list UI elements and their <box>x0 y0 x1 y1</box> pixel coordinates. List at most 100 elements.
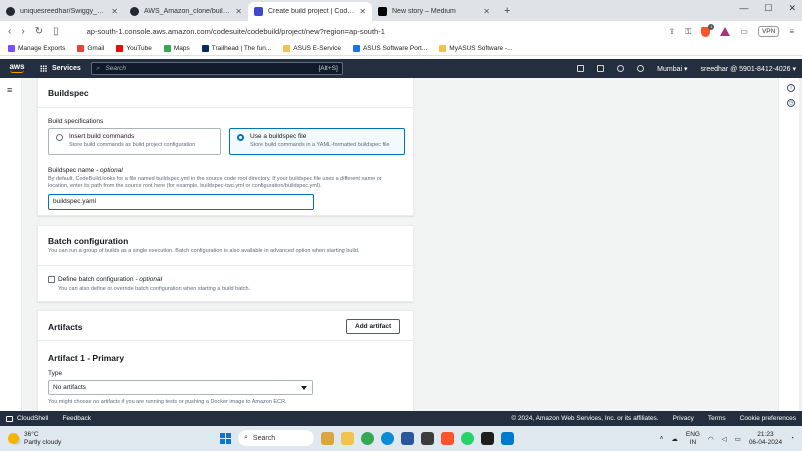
cloudshell-icon <box>6 415 13 422</box>
bookmarks-bar: Manage Exports Gmail YouTube Maps Trailh… <box>0 42 802 56</box>
chevron-up-icon[interactable]: ˄ <box>660 435 664 442</box>
brave-rewards-icon[interactable] <box>720 27 731 36</box>
trailhead-icon <box>201 45 209 52</box>
bookmark-item[interactable]: Gmail <box>77 45 104 52</box>
checkbox-description: You can also define or override batch co… <box>58 286 251 292</box>
artifact-type-select[interactable]: No artifacts <box>48 380 313 395</box>
whatsapp-icon[interactable] <box>461 431 474 445</box>
cookie-preferences-link[interactable]: Cookie preferences <box>740 415 796 422</box>
bookmark-item[interactable]: Trailhead | The fun... <box>201 45 271 52</box>
language-indicator[interactable]: ENG IN <box>686 431 700 447</box>
bookmark-item[interactable]: ASUS Software Port... <box>352 45 427 52</box>
chrome-icon[interactable] <box>361 431 374 445</box>
minimize-icon[interactable]: — <box>739 3 748 14</box>
close-tab-icon[interactable]: ✕ <box>235 7 242 16</box>
radio-button[interactable] <box>56 134 63 141</box>
close-tab-icon[interactable]: ✕ <box>483 7 490 16</box>
key-icon[interactable]: ⚿ <box>685 27 691 37</box>
sidebar-icon[interactable]: ▭ <box>740 27 748 36</box>
cloudshell-link[interactable]: CloudShell <box>6 415 48 422</box>
m-app-icon[interactable] <box>421 431 434 445</box>
terms-link[interactable]: Terms <box>708 415 726 422</box>
weather-widget[interactable]: 36°C Partly cloudy <box>8 431 61 447</box>
notifications-icon[interactable] <box>597 65 605 72</box>
store-icon[interactable] <box>401 431 414 445</box>
radio-button-selected[interactable] <box>237 134 244 141</box>
cloud-icon[interactable]: ☁ <box>671 435 678 443</box>
back-icon[interactable]: ‹ <box>8 26 11 37</box>
reload-icon[interactable]: ↻ <box>35 26 43 37</box>
wifi-icon[interactable]: ◠ <box>708 435 714 443</box>
privacy-link[interactable]: Privacy <box>673 415 694 422</box>
info-icon[interactable]: i <box>787 84 795 92</box>
notifications-icon[interactable]: ◔ <box>790 435 794 442</box>
asus-icon <box>352 45 360 52</box>
aws-logo[interactable]: aws <box>6 63 28 73</box>
tab-title: AWS_Amazon_clone/buildspec.yaml <box>144 8 231 15</box>
clock[interactable]: 21:23 06-04-2024 <box>749 431 782 447</box>
clock-icon[interactable]: ◷ <box>787 99 795 107</box>
bookmark-item[interactable]: MyASUS Software -... <box>439 45 513 52</box>
menu-icon[interactable]: ≡ <box>789 27 794 36</box>
region-selector[interactable]: Mumbai ▾ <box>657 65 687 73</box>
help-icon[interactable] <box>617 65 625 72</box>
bookmark-item[interactable]: Maps <box>163 45 190 52</box>
start-button[interactable] <box>220 432 231 444</box>
brave-icon[interactable] <box>441 431 454 445</box>
close-tab-icon[interactable]: ✕ <box>359 7 366 16</box>
cloudshell-icon[interactable] <box>577 65 585 72</box>
windows-taskbar: 36°C Partly cloudy ⌕ Search ˄ ☁ ENG IN ◠… <box>0 426 802 451</box>
bookmark-item[interactable]: YouTube <box>116 45 152 52</box>
hamburger-menu-icon[interactable]: ≡ <box>7 85 12 95</box>
browser-tab[interactable]: AWS_Amazon_clone/buildspec.yaml ✕ <box>124 2 248 21</box>
checkbox-label: Define batch configuration - optional <box>58 276 163 283</box>
folder-icon <box>439 45 447 52</box>
vscode-icon[interactable] <box>501 431 514 445</box>
new-tab-button[interactable]: + <box>504 2 510 21</box>
batch-config-checkbox[interactable] <box>48 276 55 283</box>
add-artifact-button[interactable]: Add artifact <box>346 319 401 334</box>
game-icon[interactable] <box>321 431 334 445</box>
field-label: Buildspec name - optional <box>48 167 123 174</box>
settings-icon[interactable] <box>637 65 645 72</box>
aws-search-input[interactable]: ⌕ Search [Alt+S] <box>90 62 343 75</box>
volume-icon[interactable]: ◁ <box>722 435 727 443</box>
terminal-icon[interactable] <box>481 431 494 445</box>
share-icon[interactable]: ⇪ <box>669 27 676 36</box>
maps-icon <box>163 45 171 52</box>
browser-tab-active[interactable]: Create build project | CodeBuild ✕ <box>248 2 372 21</box>
services-grid-icon[interactable] <box>40 65 47 72</box>
buildspec-panel: Buildspec Build specifications Insert bu… <box>37 78 414 216</box>
bookmark-item[interactable]: Manage Exports <box>8 45 65 52</box>
vpn-button[interactable]: VPN <box>757 26 780 37</box>
use-buildspec-file-option[interactable]: Use a buildspec file Store build command… <box>229 128 405 155</box>
section-title: Batch configuration <box>48 236 129 246</box>
main-content: ≡ Buildspec Build specifications Insert … <box>0 78 802 411</box>
section-title: Artifacts <box>48 322 83 332</box>
field-description: By default, CodeBuild looks for a file n… <box>48 176 382 189</box>
maximize-icon[interactable]: ☐ <box>764 3 772 14</box>
browser-tab-strip: uniquesreedhar/Swiggy_clone ✕ AWS_Amazon… <box>0 0 802 21</box>
file-explorer-icon[interactable] <box>341 431 354 445</box>
bookmark-icon[interactable]: ▯ <box>53 26 59 37</box>
buildspec-name-input[interactable]: buildspec.yaml <box>48 194 314 210</box>
browser-tab[interactable]: New story – Medium ✕ <box>372 2 496 21</box>
brave-shield-icon[interactable]: 1 <box>701 23 715 37</box>
bookmark-item[interactable]: ASUS E-Service <box>283 45 341 52</box>
edge-icon[interactable] <box>381 431 394 445</box>
browser-tab[interactable]: uniquesreedhar/Swiggy_clone ✕ <box>0 2 124 21</box>
search-icon: ⌕ <box>244 434 248 441</box>
battery-icon[interactable]: ▭ <box>735 435 741 443</box>
url-field[interactable]: ap-south-1.console.aws.amazon.com/codesu… <box>87 27 659 36</box>
medium-icon <box>378 7 387 16</box>
services-menu[interactable]: Services <box>52 65 81 72</box>
right-utility-rail: i ◷ <box>778 78 802 411</box>
taskbar-search[interactable]: ⌕ Search <box>238 430 314 446</box>
forward-icon[interactable]: › <box>21 26 24 37</box>
account-menu[interactable]: sreedhar @ 5901-8412-4026 ▾ <box>701 65 796 73</box>
close-tab-icon[interactable]: ✕ <box>111 7 118 16</box>
close-window-icon[interactable]: ✕ <box>788 3 796 14</box>
partly-cloudy-icon <box>8 433 19 444</box>
insert-build-commands-option[interactable]: Insert build commands Store build comman… <box>48 128 221 155</box>
feedback-link[interactable]: Feedback <box>62 415 91 422</box>
